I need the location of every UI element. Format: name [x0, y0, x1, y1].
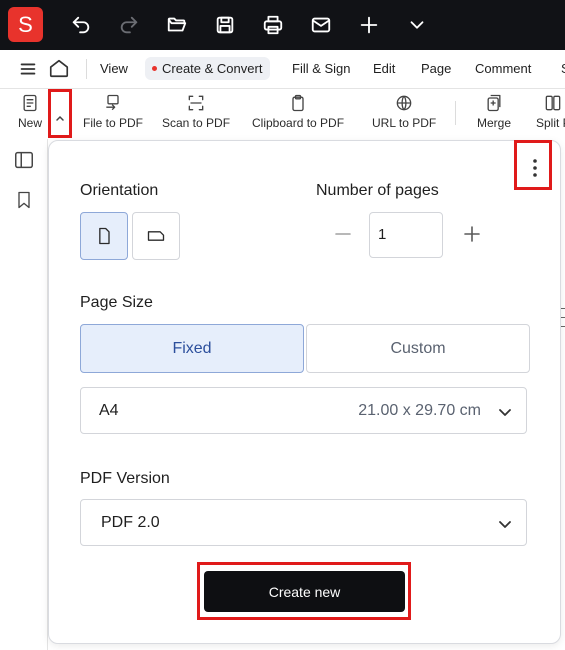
- undo-icon[interactable]: [67, 11, 95, 39]
- landscape-page-icon: [147, 231, 165, 241]
- merge-icon: [487, 94, 501, 112]
- scan-to-pdf-label: Scan to PDF: [162, 116, 231, 130]
- portrait-button[interactable]: [80, 212, 128, 260]
- save-icon[interactable]: [211, 11, 239, 39]
- bookmark-icon[interactable]: [12, 188, 36, 212]
- menu-comment[interactable]: Comment: [469, 59, 537, 78]
- title-bar: S: [0, 0, 565, 50]
- split-icon: [546, 95, 561, 111]
- clipboard-icon: [292, 94, 304, 112]
- page-size-label: Page Size: [80, 294, 153, 311]
- scan-icon: [188, 95, 204, 111]
- pdf-version-value: PDF 2.0: [101, 514, 160, 531]
- ribbon-toolbar: New File to PDF Scan to PDF Clipboard to…: [0, 89, 565, 139]
- highlight-more-options: [514, 140, 552, 190]
- merge-button[interactable]: Merge: [477, 93, 511, 130]
- left-sidebar: [0, 139, 48, 650]
- chevron-down-icon: [499, 521, 511, 528]
- menu-fill-sign[interactable]: Fill & Sign: [286, 59, 357, 78]
- pdf-version-select[interactable]: PDF 2.0: [80, 499, 527, 546]
- plus-icon: [464, 226, 480, 242]
- portrait-page-icon: [99, 227, 110, 245]
- split-button[interactable]: Split P: [536, 93, 565, 130]
- clipboard-to-pdf-button[interactable]: Clipboard to PDF: [252, 93, 344, 130]
- highlight-new-dropdown: [48, 89, 72, 138]
- pdf-version-label: PDF Version: [80, 470, 170, 487]
- file-to-pdf-icon: [106, 94, 119, 111]
- menu-truncated[interactable]: S: [555, 59, 565, 78]
- orientation-label: Orientation: [80, 182, 159, 199]
- panel-toggle-icon[interactable]: [12, 148, 36, 172]
- new-button[interactable]: New: [18, 93, 42, 130]
- custom-size-button[interactable]: Custom: [306, 324, 530, 373]
- fixed-size-button[interactable]: Fixed: [80, 324, 304, 373]
- menu-create-convert[interactable]: Create & Convert: [145, 57, 271, 80]
- paper-size-select[interactable]: A4 21.00 x 29.70 cm: [80, 387, 527, 434]
- chevron-down-icon: [499, 409, 511, 416]
- paper-size-value: A4: [99, 402, 119, 419]
- merge-label: Merge: [477, 116, 512, 130]
- hamburger-menu-icon[interactable]: [14, 55, 42, 83]
- url-to-pdf-label: URL to PDF: [372, 116, 437, 130]
- pages-input[interactable]: 1: [369, 212, 443, 258]
- increment-button[interactable]: [462, 223, 482, 251]
- decrement-button[interactable]: [333, 223, 353, 251]
- menu-divider: [86, 59, 87, 79]
- minus-icon: [335, 233, 351, 235]
- new-document-icon: [23, 94, 37, 112]
- scan-to-pdf-button[interactable]: Scan to PDF: [162, 93, 230, 130]
- new-button-label: New: [18, 116, 43, 130]
- highlight-create-new: [197, 562, 411, 620]
- plus-icon[interactable]: [355, 11, 383, 39]
- home-icon[interactable]: [45, 54, 73, 82]
- landscape-button[interactable]: [132, 212, 180, 260]
- menu-bar: View Create & Convert Fill & Sign Edit P…: [0, 50, 565, 89]
- redo-icon[interactable]: [115, 11, 143, 39]
- split-label: Split P: [536, 116, 565, 130]
- toolbar-divider: [455, 101, 456, 125]
- open-folder-icon[interactable]: [163, 11, 191, 39]
- menu-edit[interactable]: Edit: [367, 59, 401, 78]
- globe-icon: [396, 95, 412, 111]
- menu-page[interactable]: Page: [415, 59, 457, 78]
- print-icon[interactable]: [259, 11, 287, 39]
- file-to-pdf-label: File to PDF: [83, 116, 144, 130]
- paper-dimensions: 21.00 x 29.70 cm: [358, 402, 481, 419]
- chevron-down-icon[interactable]: [403, 11, 431, 39]
- clipboard-to-pdf-label: Clipboard to PDF: [252, 116, 345, 130]
- menu-view[interactable]: View: [94, 59, 134, 78]
- app-logo[interactable]: S: [8, 7, 43, 42]
- mail-icon[interactable]: [307, 11, 335, 39]
- url-to-pdf-button[interactable]: URL to PDF: [372, 93, 436, 130]
- number-of-pages-label: Number of pages: [316, 182, 439, 199]
- file-to-pdf-button[interactable]: File to PDF: [83, 93, 143, 130]
